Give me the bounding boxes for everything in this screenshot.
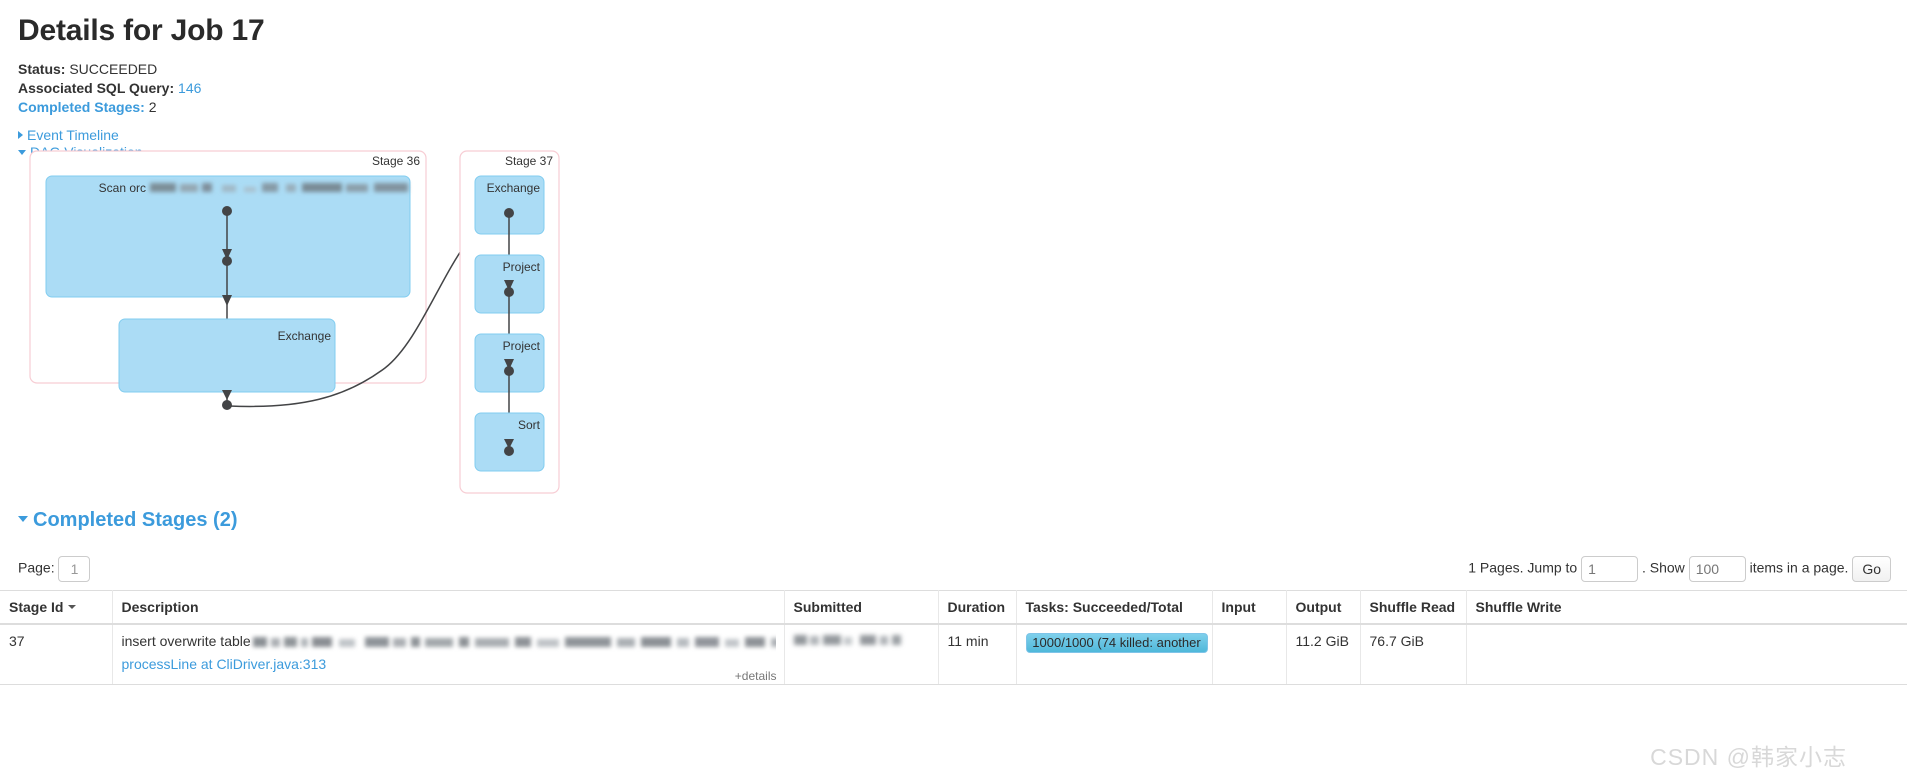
status-row: Status: SUCCEEDED: [18, 60, 1907, 79]
dag-node-sort-label: Sort: [518, 418, 541, 432]
cell-description: insert overwrite table processLine at Cl…: [112, 624, 785, 685]
jump-to-input[interactable]: [1581, 556, 1639, 582]
completed-stages-section: Completed Stages (2) Page: 1 Pages. Jump…: [0, 508, 1907, 685]
dag-dot: [222, 256, 232, 266]
table-header-row: Stage Id Description Submitted Duration …: [0, 590, 1907, 625]
cell-duration: 11 min: [938, 624, 1017, 685]
jump-controls: 1 Pages. Jump to . Show items in a page.…: [1468, 556, 1891, 582]
dag-visualization-panel[interactable]: Stage 36 Scan orc Exchange Stage 37 Exch…: [0, 143, 1907, 508]
cell-stage-id: 37: [0, 624, 113, 685]
table-row: 37 insert overwrite table processLine at…: [0, 624, 1907, 685]
completed-stages-heading[interactable]: Completed Stages (2): [0, 508, 1907, 532]
dag-arrowhead: [222, 390, 232, 400]
status-label: Status:: [18, 61, 66, 77]
associated-sql-query-row: Associated SQL Query: 146: [18, 79, 1907, 98]
dag-dot: [504, 446, 514, 456]
dag-node-project-2-label: Project: [503, 339, 541, 353]
description-text-line: insert overwrite table: [122, 633, 776, 653]
completed-stages-heading-label: Completed Stages (2): [33, 509, 238, 531]
event-timeline-label: Event Timeline: [27, 127, 119, 143]
completed-stages-value: 2: [148, 99, 157, 115]
tasks-progress-label: 1000/1000 (74 killed: another: [1032, 635, 1201, 650]
pages-count-text: 1 Pages. Jump to: [1468, 559, 1578, 576]
watermark: CSDN @韩家小志: [1650, 744, 1847, 770]
go-button[interactable]: Go: [1852, 556, 1891, 582]
completed-stages-row: Completed Stages: 2: [18, 98, 1907, 117]
submitted-redacted-text: [793, 633, 904, 651]
cell-output: 11.2 GiB: [1286, 624, 1361, 685]
page-label: Page:: [18, 559, 55, 576]
page-input[interactable]: [58, 556, 91, 582]
caret-right-icon: [18, 131, 23, 139]
cell-shuffle-write: [1466, 624, 1907, 685]
completed-stages-table: Stage Id Description Submitted Duration …: [0, 590, 1907, 685]
column-header-duration[interactable]: Duration: [938, 590, 1017, 625]
column-header-input[interactable]: Input: [1212, 590, 1287, 625]
associated-sql-query-link[interactable]: 146: [178, 80, 201, 96]
cell-tasks: 1000/1000 (74 killed: another: [1016, 624, 1213, 685]
cell-shuffle-read: 76.7 GiB: [1360, 624, 1467, 685]
dag-dot: [222, 400, 232, 410]
dag-dot: [222, 206, 232, 216]
status-value: SUCCEEDED: [69, 61, 158, 77]
column-header-description[interactable]: Description: [112, 590, 785, 625]
dag-node-exchange-stage37-label: Exchange: [487, 181, 541, 195]
completed-stages-label[interactable]: Completed Stages:: [18, 99, 145, 115]
column-header-tasks[interactable]: Tasks: Succeeded/Total: [1016, 590, 1213, 625]
pagination-bar: Page: 1 Pages. Jump to . Show items in a…: [0, 550, 1907, 590]
dag-cluster-stage-37-label: Stage 37: [505, 154, 553, 168]
items-per-page-input[interactable]: [1688, 556, 1746, 582]
dag-node-project-1-label: Project: [503, 260, 541, 274]
column-header-shuffle-write[interactable]: Shuffle Write: [1466, 590, 1907, 625]
tasks-progress-bar: 1000/1000 (74 killed: another: [1025, 633, 1208, 653]
associated-sql-query-label: Associated SQL Query:: [18, 80, 175, 96]
dag-node-scan-orc-label: Scan orc: [99, 181, 146, 195]
cell-submitted: [784, 624, 939, 685]
details-toggle[interactable]: +details: [735, 669, 777, 683]
items-in-page-text: items in a page.: [1749, 559, 1849, 576]
page-title: Details for Job 17: [18, 14, 265, 47]
dag-node-exchange-stage36-label: Exchange: [278, 329, 332, 343]
show-label: . Show: [1641, 559, 1685, 576]
page-control: Page:: [18, 556, 91, 582]
event-timeline-toggle[interactable]: Event Timeline: [18, 127, 1907, 144]
description-redacted-text: [252, 635, 776, 653]
sort-descending-icon: [68, 605, 77, 609]
cell-input: [1212, 624, 1287, 685]
column-header-stage-id-label: Stage Id: [9, 599, 64, 615]
column-header-submitted[interactable]: Submitted: [784, 590, 939, 625]
column-header-stage-id[interactable]: Stage Id: [0, 590, 113, 625]
dag-cluster-stage-36-label: Stage 36: [372, 154, 420, 168]
job-metadata: Status: SUCCEEDED Associated SQL Query: …: [0, 48, 1907, 117]
description-call-site-link[interactable]: processLine at CliDriver.java:313: [122, 655, 327, 674]
column-header-shuffle-read[interactable]: Shuffle Read: [1360, 590, 1467, 625]
caret-down-icon: [18, 516, 28, 522]
column-header-output[interactable]: Output: [1286, 590, 1361, 625]
description-prefix: insert overwrite table: [121, 633, 251, 649]
